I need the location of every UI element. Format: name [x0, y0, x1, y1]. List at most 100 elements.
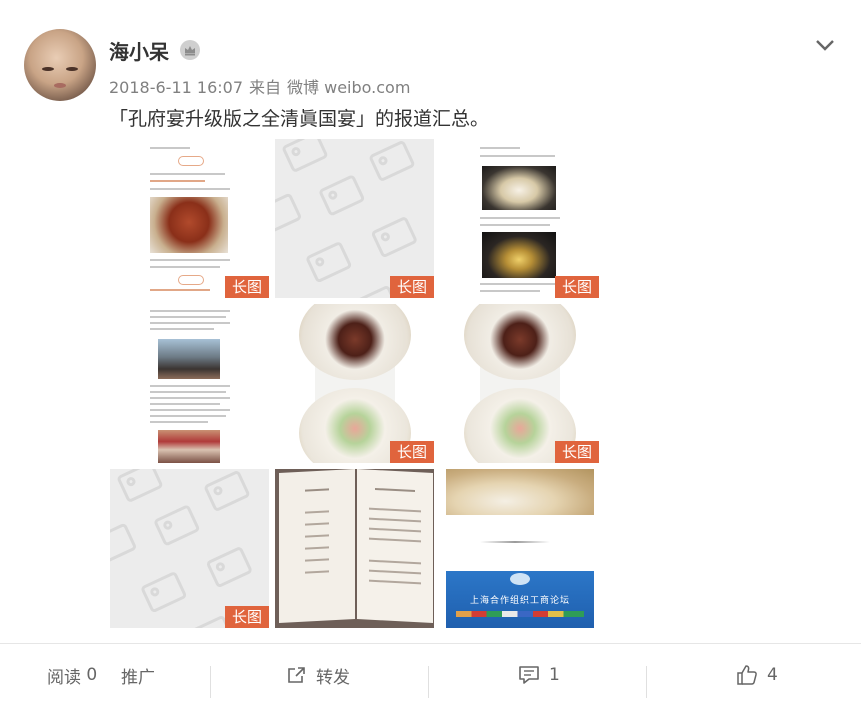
image-placeholder-icon [110, 469, 252, 628]
doc-text-line [480, 217, 560, 219]
menu-page-right [357, 469, 433, 623]
menu-line [369, 537, 421, 543]
post-text: 「孔府宴升级版之全清眞国宴」的报道汇总。 [109, 108, 490, 130]
crown-icon [180, 40, 200, 60]
divider [646, 666, 647, 698]
image-thumb[interactable] [110, 304, 269, 463]
plate [299, 304, 411, 380]
post-source[interactable]: 微博 weibo.com [287, 78, 410, 97]
forum-banner: 上海合作组织工商论坛 [446, 571, 594, 628]
doc-text-line [150, 409, 230, 411]
doc-text-line [480, 224, 550, 226]
long-image-badge: 长图 [390, 441, 434, 463]
divider [210, 666, 211, 698]
read-count-value: 0 [86, 665, 98, 685]
event-photo [158, 430, 220, 463]
doc-text-line [150, 391, 226, 393]
image-thumb[interactable]: 上海合作组织工商论坛 [440, 469, 599, 628]
image-thumb[interactable] [275, 469, 434, 628]
menu-page-left [279, 469, 355, 623]
menu-line [369, 517, 421, 523]
menu-line [369, 507, 421, 513]
image-thumb[interactable]: 长图 [440, 139, 599, 298]
long-image-badge: 长图 [390, 276, 434, 298]
weibo-post-card: 海小呆 2018-6-11 16:07 来自 微博 weibo.com 「孔府宴升级… [0, 0, 861, 705]
doc-text-line [480, 290, 540, 292]
doc-text-line [150, 188, 230, 190]
avatar-eye [66, 67, 78, 71]
doc-text-line [150, 415, 226, 417]
doc-text-line [150, 173, 225, 175]
divider [480, 541, 550, 543]
doc-text-line [150, 403, 220, 405]
image-thumb-loading[interactable]: 长图 [275, 139, 434, 298]
banner-title: 上海合作组织工商论坛 [469, 596, 570, 606]
image-thumb[interactable]: 长图 [110, 139, 269, 298]
read-label: 阅读 [47, 667, 81, 688]
doc-text-line [480, 283, 560, 285]
menu-line [369, 527, 421, 533]
long-image-badge: 长图 [555, 441, 599, 463]
doc-text-line [150, 316, 226, 318]
doc-text-line [150, 147, 190, 149]
long-image-badge: 长图 [225, 606, 269, 628]
image-thumb-loading[interactable]: 长图 [110, 469, 269, 628]
menu-line [369, 579, 421, 585]
plates-photo [299, 304, 411, 463]
menu-line [369, 569, 421, 575]
from-prefix: 来自 [249, 78, 282, 97]
menu-line [305, 510, 329, 514]
doc-heading-ornament [178, 275, 204, 285]
doc-text-line [480, 147, 520, 149]
banquet-photo [446, 469, 594, 515]
sco-logo [510, 573, 530, 585]
comment-button[interactable]: 1 [518, 644, 560, 705]
doc-text-line [150, 259, 230, 261]
share-button[interactable]: 转发 [287, 644, 350, 705]
username[interactable]: 海小呆 [109, 36, 169, 65]
post-date[interactable]: 2018-6-11 16:07 [109, 78, 243, 97]
doc-text-line [150, 322, 230, 324]
doc-text-line [480, 155, 555, 157]
read-count: 阅读 0 [47, 644, 97, 705]
menu-line [375, 487, 415, 493]
plate [464, 304, 576, 380]
doc-text-line [150, 421, 208, 423]
long-image-badge: 长图 [555, 276, 599, 298]
menu-line [369, 559, 421, 565]
doc-text-line [150, 289, 210, 291]
doc-text-line [150, 328, 214, 330]
plates-photo [464, 304, 576, 463]
menu-line [305, 546, 329, 550]
like-button[interactable]: 4 [736, 644, 778, 705]
menu-line [305, 522, 329, 526]
doc-text-line [150, 180, 205, 182]
avatar[interactable] [24, 29, 96, 101]
event-photo [158, 339, 220, 379]
menu-line [305, 558, 329, 562]
post-action-bar: 阅读 0 推广 转发 1 4 [0, 643, 861, 705]
doc-text-line [150, 385, 230, 387]
like-icon [737, 665, 757, 685]
divider [428, 666, 429, 698]
comment-count: 1 [549, 665, 560, 685]
comment-icon [519, 666, 539, 684]
promote-label: 推广 [121, 667, 155, 688]
avatar-eye [42, 67, 54, 71]
doc-text-line [150, 310, 230, 312]
dish-photo [482, 232, 556, 278]
flags-row [456, 611, 584, 617]
menu-line [305, 570, 329, 574]
promote-button[interactable]: 推广 [121, 644, 155, 705]
like-count: 4 [767, 665, 778, 685]
image-thumb[interactable]: 长图 [275, 304, 434, 463]
doc-text-line [150, 266, 220, 268]
doc-text-line [150, 397, 230, 399]
post-meta: 2018-6-11 16:07 来自 微博 weibo.com [109, 74, 416, 98]
avatar-mouth [54, 83, 66, 88]
chevron-down-icon[interactable] [812, 36, 838, 54]
share-icon [288, 667, 305, 683]
menu-line [305, 488, 329, 492]
doc-heading-ornament [178, 156, 204, 166]
image-thumb[interactable]: 长图 [440, 304, 599, 463]
